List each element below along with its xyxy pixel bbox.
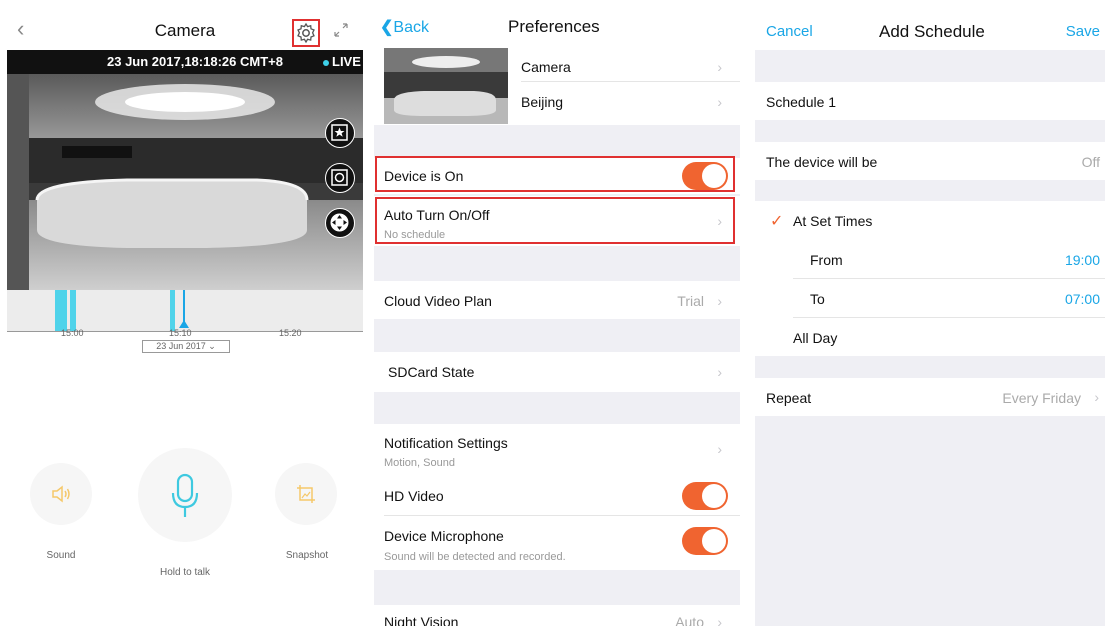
live-dot-icon (323, 59, 329, 66)
sound-button[interactable] (30, 463, 92, 525)
add-schedule-screen: Cancel Add Schedule Save Schedule 1 The … (755, 10, 1105, 626)
notification-label: Notification Settings (384, 435, 508, 451)
crop-snapshot-icon (297, 485, 315, 503)
at-set-times-row[interactable]: ✓ At Set Times (755, 201, 1105, 239)
chevron-down-icon: ⌄ (208, 341, 216, 351)
microphone-toggle[interactable] (682, 527, 728, 555)
cancel-button[interactable]: Cancel (766, 23, 813, 40)
camera-name: Camera (521, 59, 571, 75)
night-vision-value: Auto (675, 614, 704, 626)
live-video-view[interactable]: 23 Jun 2017,18:18:26 CMT+8 LIVE (7, 50, 363, 290)
divider (521, 81, 740, 82)
repeat-row[interactable]: Repeat Every Friday › (755, 378, 1105, 416)
toggle-knob (702, 484, 726, 508)
camera-info-card[interactable]: Camera › Beijing › (374, 46, 740, 125)
hold-to-talk-label: Hold to talk (159, 567, 211, 578)
sdcard-state-row[interactable]: SDCard State › (374, 352, 740, 392)
from-time-value: 19:00 (1064, 252, 1100, 268)
sdcard-label: SDCard State (388, 364, 475, 380)
all-day-row[interactable]: All Day (755, 318, 1105, 356)
video-status-bar: 23 Jun 2017,18:18:26 CMT+8 LIVE (7, 50, 363, 74)
toggle-knob (702, 529, 726, 553)
chevron-right-icon: › (717, 364, 722, 380)
timeline-tick-label: 15:20 (279, 328, 302, 338)
camera-thumbnail (384, 48, 508, 124)
cloud-plan-value: Trial (677, 293, 704, 309)
hd-video-row: HD Video (374, 474, 740, 514)
speaker-icon (52, 485, 70, 503)
cloud-video-plan-row[interactable]: Cloud Video Plan Trial › (374, 281, 740, 319)
sound-label: Sound (46, 550, 76, 561)
hd-video-toggle[interactable] (682, 482, 728, 510)
checkmark-icon: ✓ (770, 213, 784, 230)
microphone-icon (171, 473, 199, 517)
settings-group: Notification Settings Motion, Sound › HD… (374, 424, 740, 570)
schedule-name: Schedule 1 (766, 94, 837, 110)
back-button[interactable]: ❮Back (380, 17, 429, 37)
to-label: To (810, 291, 825, 307)
camera-nav-bar: ‹ Camera (7, 10, 363, 48)
to-row[interactable]: To 07:00 (755, 279, 1105, 317)
repeat-label: Repeat (766, 390, 812, 406)
all-day-label: All Day (793, 330, 838, 346)
hd-video-label: HD Video (384, 488, 444, 504)
to-time-value: 07:00 (1064, 291, 1100, 307)
microphone-subtitle: Sound will be detected and recorded. (384, 551, 566, 563)
from-row[interactable]: From 19:00 (755, 240, 1105, 278)
video-timestamp: 23 Jun 2017,18:18:26 CMT+8 (107, 54, 283, 69)
repeat-value: Every Friday (1002, 390, 1081, 406)
device-will-be-value: Off (1081, 154, 1100, 170)
chevron-right-icon: › (717, 293, 722, 309)
pan-tilt-direction-icon[interactable] (325, 208, 355, 238)
notification-subtitle: Motion, Sound (384, 457, 455, 469)
snapshot-label: Snapshot (285, 550, 329, 561)
fullscreen-expand-icon[interactable] (331, 20, 351, 40)
chevron-right-icon: › (717, 94, 722, 110)
from-label: From (810, 252, 843, 268)
record-icon[interactable] (325, 163, 355, 193)
chevron-right-icon: › (1094, 389, 1099, 405)
page-title: Add Schedule (879, 22, 985, 41)
at-set-times-label: At Set Times (793, 213, 873, 229)
favorite-star-icon[interactable] (325, 118, 355, 148)
device-microphone-row: Device Microphone Sound will be detected… (374, 516, 740, 570)
highlight-box (375, 197, 735, 244)
night-vision-label: Night Vision (384, 614, 459, 626)
save-button[interactable]: Save (1066, 23, 1100, 40)
back-chevron-icon: ❮ (380, 19, 394, 36)
highlight-box (375, 156, 735, 192)
snapshot-button[interactable] (275, 463, 337, 525)
time-options-group: ✓ At Set Times From 19:00 To 07:00 All D… (755, 201, 1105, 356)
night-vision-row[interactable]: Night Vision Auto › (374, 605, 740, 626)
date-picker[interactable]: 23 Jun 2017 ⌄ (142, 340, 230, 353)
page-title: Preferences (508, 17, 600, 36)
schedule-name-row[interactable]: Schedule 1 (755, 82, 1105, 120)
camera-screen: ‹ Camera 23 Jun 2017,18:18:26 CMT+8 LIVE… (7, 10, 363, 626)
camera-location: Beijing (521, 94, 564, 110)
settings-gear-icon[interactable] (292, 19, 320, 47)
lobby-camera-image (7, 50, 363, 290)
timeline-tick-label: 15:00 (61, 328, 84, 338)
chevron-right-icon: › (717, 441, 722, 457)
chevron-right-icon: › (717, 614, 722, 626)
chevron-right-icon: › (717, 59, 722, 75)
preferences-screen: ❮Back Preferences Camera › Beijing › Dev… (374, 10, 740, 626)
hold-to-talk-button[interactable] (138, 448, 232, 542)
live-indicator: LIVE (323, 54, 361, 69)
preferences-nav-bar: ❮Back Preferences (374, 10, 740, 46)
device-will-be-row[interactable]: The device will be Off (755, 142, 1105, 180)
cloud-plan-label: Cloud Video Plan (384, 293, 492, 309)
schedule-nav-bar: Cancel Add Schedule Save (755, 10, 1105, 50)
device-will-be-label: The device will be (766, 154, 878, 170)
microphone-label: Device Microphone (384, 528, 504, 544)
notification-settings-row[interactable]: Notification Settings Motion, Sound › (374, 424, 740, 474)
timeline-tick-label: 15:10 (169, 328, 192, 338)
